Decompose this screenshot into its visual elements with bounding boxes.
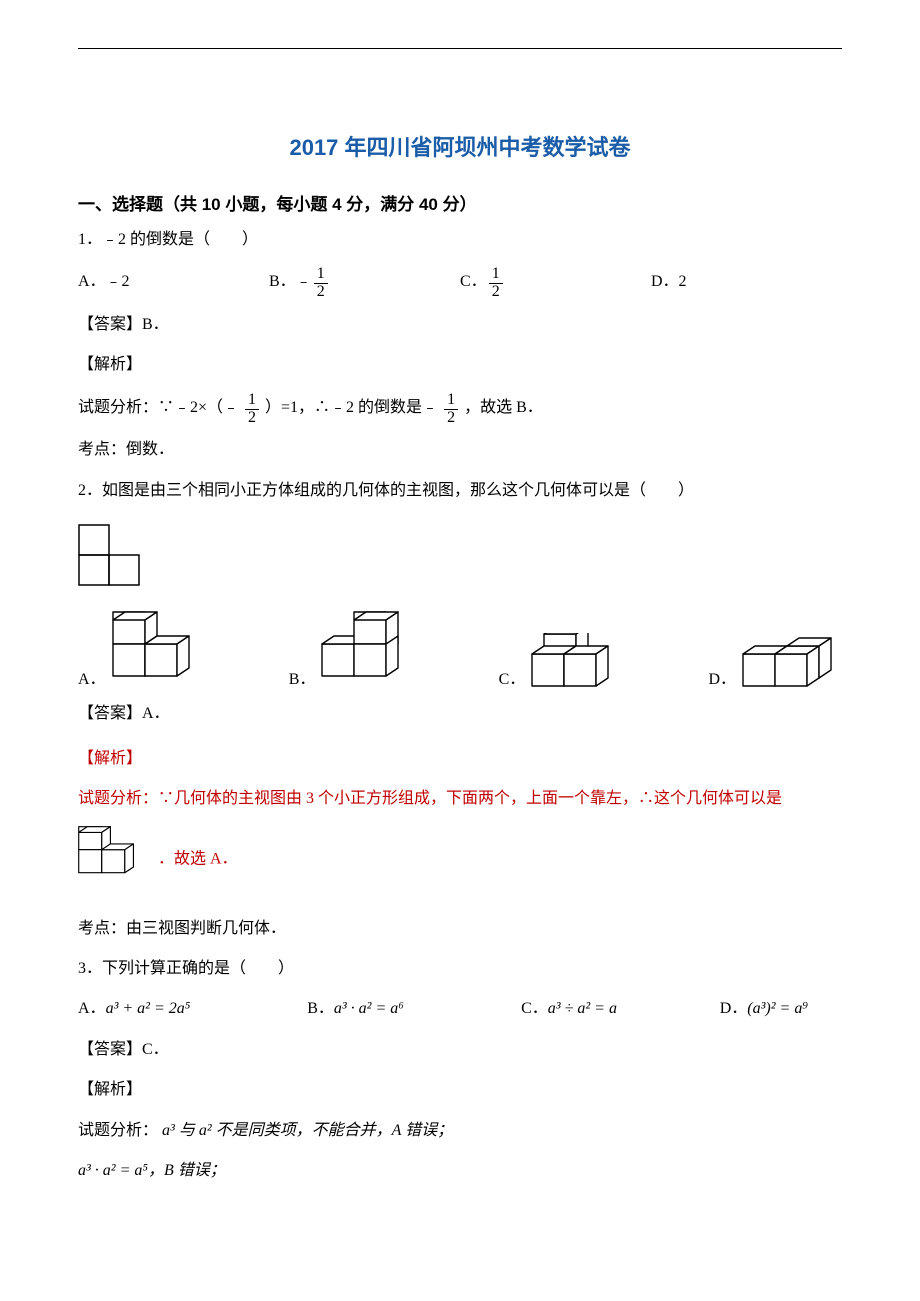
q2-topic: 考点：由三视图判断几何体．: [78, 914, 842, 944]
q3-stem: 3．下列计算正确的是（ ）: [78, 954, 842, 984]
cube-c-icon: [531, 633, 631, 689]
q3-analysis-label: 【解析】: [78, 1075, 842, 1105]
q2-answer: 【答案】A．: [78, 699, 842, 729]
cube-a-small-icon: [78, 824, 150, 895]
cube-a-icon: [112, 611, 212, 689]
q3-option-c: C． a³ ÷ a² = a: [521, 994, 720, 1024]
q3-analysis-line2: a³ · a² = a⁵，B 错误；: [78, 1156, 842, 1186]
q1-stem: 1．﹣2 的倒数是（ ）: [78, 225, 842, 255]
q3-answer: 【答案】C．: [78, 1035, 842, 1065]
q1-topic: 考点：倒数．: [78, 435, 842, 465]
q2-option-c: C．: [499, 633, 632, 689]
q3-analysis-line1: 试题分析： a³ 与 a² 不是同类项，不能合并，A 错误；: [78, 1116, 842, 1146]
cube-b-icon: [321, 611, 421, 689]
cube-d-icon: [742, 633, 842, 689]
q2-option-b: B．: [289, 611, 422, 689]
q1-option-a: A．﹣2: [78, 265, 269, 300]
q2-stem: 2．如图是由三个相同小正方体组成的几何体的主视图，那么这个几何体可以是（ ）: [78, 476, 842, 506]
q3-options: A． a³ + a² = 2a⁵ B． a³ · a² = a⁶ C． a³ ÷…: [78, 994, 842, 1024]
fraction-icon: 1 2: [444, 392, 458, 427]
q3-option-b: B． a³ · a² = a⁶: [307, 994, 521, 1024]
page-title: 2017 年四川省阿坝州中考数学试卷: [78, 130, 842, 162]
fraction-icon: 1 2: [245, 392, 259, 427]
fraction-icon: 1 2: [489, 266, 503, 301]
q3-option-d: D． (a³)² = a⁹: [720, 994, 842, 1024]
q1-option-d: D．2: [651, 265, 842, 300]
q1-analysis-label: 【解析】: [78, 350, 842, 380]
q1-option-b: B．﹣ 1 2: [269, 265, 460, 300]
q2-options: A． B．: [78, 611, 842, 689]
q1-analysis: 试题分析：∵﹣2×（﹣ 1 2 ）=1，∴﹣2 的倒数是﹣ 1 2 ，故选 B．: [78, 391, 842, 426]
fraction-icon: 1 2: [314, 266, 328, 301]
q2-analysis-text: 试题分析：∵几何体的主视图由 3 个小正方形组成，下面两个，上面一个靠左，∴这个…: [78, 784, 842, 814]
q2-analysis-label: 【解析】: [78, 744, 842, 774]
q1-option-c: C． 1 2: [460, 265, 651, 300]
q2-option-a: A．: [78, 611, 212, 689]
q1-options: A．﹣2 B．﹣ 1 2 C． 1 2 D．2: [78, 265, 842, 300]
q2-analysis-figure: ．故选 A．: [78, 824, 842, 895]
section-heading: 一、选择题（共 10 小题，每小题 4 分，满分 40 分）: [78, 190, 842, 215]
top-rule: [78, 48, 842, 49]
q3-option-a: A． a³ + a² = 2a⁵: [78, 994, 307, 1024]
q2-option-d: D．: [708, 633, 842, 689]
front-view-figure: [78, 524, 144, 586]
q1-answer: 【答案】B．: [78, 310, 842, 340]
